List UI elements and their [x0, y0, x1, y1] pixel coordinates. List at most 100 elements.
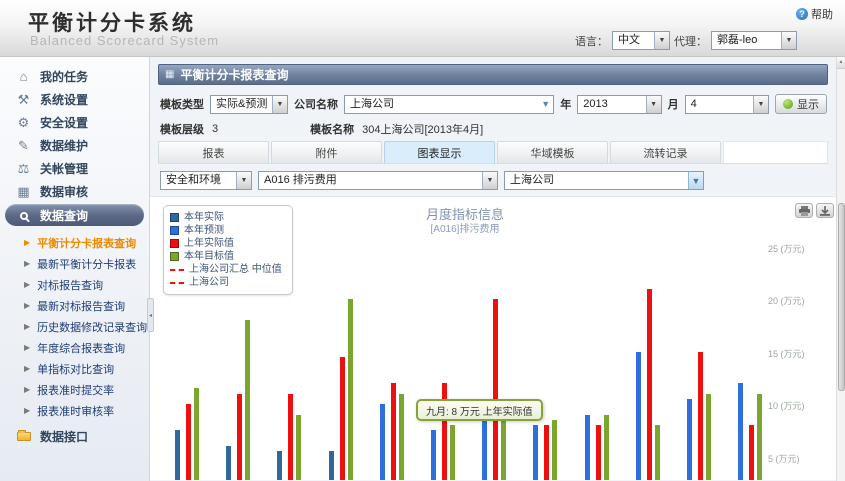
sidebar-item-label: 数据维护: [40, 137, 88, 154]
chevron-down-icon[interactable]: ▼: [654, 32, 669, 49]
sidebar-collapse-handle[interactable]: ◂: [147, 298, 154, 332]
show-button[interactable]: 显示: [775, 94, 827, 114]
bar-本年实际-三月[interactable]: [277, 451, 282, 480]
report-grid-icon: ▦: [165, 69, 174, 80]
chart-area: 月度指标信息 [A016]排污费用 本年实际本年预测上年实际值本年目标值上海公司…: [150, 196, 845, 480]
submenu-item-label: 最新对标报告查询: [37, 298, 125, 314]
legend-label: 上海公司: [189, 276, 229, 289]
bar-上年实际值-一月[interactable]: [186, 404, 191, 480]
chevron-down-icon[interactable]: ▼: [753, 96, 768, 113]
gear-icon: ⚙: [16, 116, 31, 129]
bar-本年目标值-五月[interactable]: [399, 394, 404, 481]
bar-本年目标值-九月[interactable]: [604, 415, 609, 481]
bar-本年预测-九月[interactable]: [585, 415, 590, 481]
download-icon: [820, 206, 830, 216]
bar-本年预测-十一月[interactable]: [687, 399, 692, 480]
bar-本年目标值-六月[interactable]: [450, 425, 455, 480]
chevron-down-icon[interactable]: ▼: [236, 172, 251, 189]
bar-本年目标值-二月[interactable]: [245, 320, 250, 480]
language-select[interactable]: 中文 ▼: [612, 31, 670, 50]
bar-本年目标值-四月[interactable]: [348, 299, 353, 480]
bar-本年实际-一月[interactable]: [175, 430, 180, 480]
chevron-down-icon[interactable]: ▼: [538, 96, 553, 113]
bar-本年目标值-十一月[interactable]: [706, 394, 711, 481]
bar-上年实际值-九月[interactable]: [596, 425, 601, 480]
sidebar-item[interactable]: 数据查询: [5, 204, 144, 226]
bar-本年预测-八月[interactable]: [533, 425, 538, 480]
bar-上年实际值-六月[interactable]: [442, 383, 447, 480]
sidebar-submenu-item[interactable]: ▶最新对标报告查询: [0, 295, 149, 316]
bar-本年目标值-七月[interactable]: [501, 420, 506, 480]
bar-上年实际值-十一月[interactable]: [698, 352, 703, 481]
sidebar-item[interactable]: ⚙安全设置: [0, 111, 149, 134]
scroll-thumb[interactable]: [838, 203, 845, 391]
chevron-down-icon[interactable]: ▼: [482, 172, 497, 189]
legend-label: 本年目标值: [184, 250, 234, 263]
legend-dashed-line-icon: [170, 269, 184, 271]
export-button[interactable]: [816, 203, 834, 218]
sidebar-item[interactable]: ⚖关帐管理: [0, 157, 149, 180]
panel-header: ▦ 平衡计分卡报表查询: [158, 64, 828, 85]
sidebar-submenu-item[interactable]: ▶单指标对比查询: [0, 358, 149, 379]
sidebar-submenu-item[interactable]: ▶平衡计分卡报表查询: [0, 232, 149, 253]
tab-华域模板[interactable]: 华域模板: [497, 141, 608, 163]
sidebar-item[interactable]: ▦数据审核: [0, 180, 149, 203]
folder-icon: [16, 430, 31, 443]
bar-本年预测-七月[interactable]: [482, 415, 487, 481]
bar-上年实际值-七月[interactable]: [493, 299, 498, 480]
bar-本年目标值-十二月[interactable]: [757, 394, 762, 481]
bar-上年实际值-十二月[interactable]: [749, 425, 754, 480]
month-select[interactable]: 4 ▼: [685, 95, 769, 114]
bar-上年实际值-三月[interactable]: [288, 394, 293, 481]
tab-流转记录[interactable]: 流转记录: [610, 141, 721, 163]
bar-本年目标值-十月[interactable]: [655, 425, 660, 480]
category-select[interactable]: 安全和环境 ▼: [160, 171, 252, 190]
bar-上年实际值-五月[interactable]: [391, 383, 396, 480]
sidebar-item[interactable]: ⚒系统设置: [0, 88, 149, 111]
legend-label: 上海公司汇总 中位值: [189, 263, 282, 276]
sidebar-submenu-item[interactable]: ▶报表准时审核率: [0, 400, 149, 421]
bar-上年实际值-八月[interactable]: [544, 425, 549, 480]
sidebar-submenu-item[interactable]: ▶报表准时提交率: [0, 379, 149, 400]
help-button[interactable]: ? 帮助: [796, 6, 833, 22]
tab-附件[interactable]: 附件: [271, 141, 382, 163]
legend-swatch-icon: [170, 252, 179, 261]
indicator-select[interactable]: A016 排污费用 ▼: [258, 171, 498, 190]
bar-本年目标值-三月[interactable]: [296, 415, 301, 481]
sidebar-item[interactable]: ⌂我的任务: [0, 65, 149, 88]
agent-select[interactable]: 郭磊-leo ▼: [711, 31, 797, 50]
company-select[interactable]: 上海公司 ▼: [344, 95, 554, 114]
sidebar-item-data-interface[interactable]: 数据接口: [0, 425, 149, 448]
chevron-down-icon[interactable]: ▼: [781, 32, 796, 49]
bar-本年预测-十月[interactable]: [636, 352, 641, 481]
sidebar-item[interactable]: ✎数据维护: [0, 134, 149, 157]
accounts-icon: ⚖: [16, 162, 31, 175]
template-type-select[interactable]: 实际&预测 ▼: [210, 95, 288, 114]
submenu-item-label: 历史数据修改记录查询: [37, 319, 147, 335]
print-button[interactable]: [795, 203, 813, 218]
bar-本年实际-二月[interactable]: [226, 446, 231, 480]
tab-报表[interactable]: 报表: [158, 141, 269, 163]
sidebar-submenu-item[interactable]: ▶历史数据修改记录查询: [0, 316, 149, 337]
legend-entry: 上海公司汇总 中位值: [170, 263, 286, 276]
bar-本年目标值-八月[interactable]: [552, 420, 557, 480]
app-subtitle: Balanced Scorecard System: [30, 33, 219, 48]
sidebar-submenu-item[interactable]: ▶对标报告查询: [0, 274, 149, 295]
chevron-down-icon[interactable]: ▼: [646, 96, 661, 113]
scroll-up-arrow[interactable]: ▲: [837, 57, 845, 69]
year-select[interactable]: 2013 ▼: [577, 95, 661, 114]
bar-本年目标值-一月[interactable]: [194, 388, 199, 480]
bar-本年预测-五月[interactable]: [380, 404, 385, 480]
sidebar-submenu-item[interactable]: ▶最新平衡计分卡报表: [0, 253, 149, 274]
bar-本年预测-六月[interactable]: [431, 430, 436, 480]
chevron-down-icon[interactable]: ▼: [688, 172, 703, 189]
chevron-down-icon[interactable]: ▼: [272, 96, 287, 113]
bar-上年实际值-十月[interactable]: [647, 289, 652, 481]
bar-本年预测-十二月[interactable]: [738, 383, 743, 480]
tab-图表显示[interactable]: 图表显示: [384, 141, 495, 163]
bar-本年实际-四月[interactable]: [329, 451, 334, 480]
bar-上年实际值-四月[interactable]: [340, 357, 345, 480]
sidebar-submenu-item[interactable]: ▶年度综合报表查询: [0, 337, 149, 358]
chart-company-select[interactable]: 上海公司 ▼: [504, 171, 704, 190]
bar-上年实际值-二月[interactable]: [237, 394, 242, 481]
